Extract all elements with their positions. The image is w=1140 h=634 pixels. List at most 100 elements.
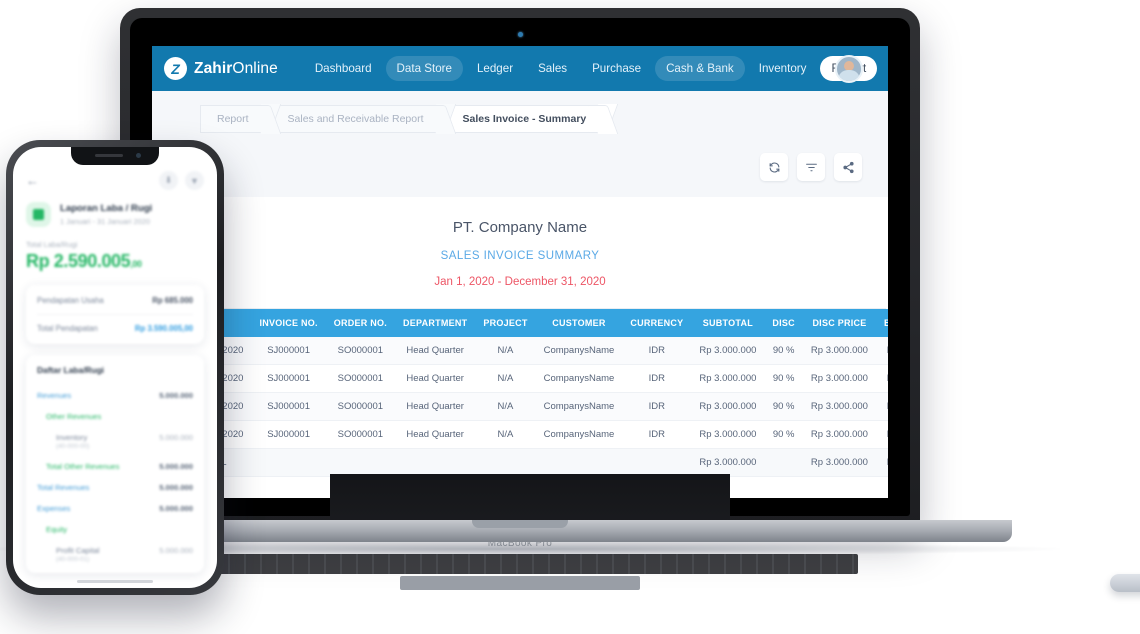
col-before-tax[interactable]: BEFORE TAX <box>875 309 888 337</box>
phone-total-decimals: ,00 <box>130 259 142 269</box>
col-project[interactable]: PROJECT <box>475 309 536 337</box>
download-button[interactable]: ⬇ <box>159 171 178 190</box>
nav-item-sales[interactable]: Sales <box>527 56 578 81</box>
col-customer[interactable]: CUSTOMER <box>535 309 623 337</box>
grand-total-disc <box>764 448 803 477</box>
grand-total-spacer-order <box>325 448 395 477</box>
main-nav: Dashboard Data Store Ledger Sales Purcha… <box>304 56 878 81</box>
filter-button[interactable] <box>797 153 825 181</box>
back-arrow-icon[interactable]: ← <box>26 173 39 188</box>
cell-invoice-no[interactable]: SJ000001 <box>251 364 326 393</box>
list-item[interactable]: Profit Capital (40-000-01) 5.000.000 <box>37 540 193 569</box>
cell-disc: 90 % <box>764 392 803 421</box>
cell-customer: CompanysName <box>535 364 623 393</box>
cell-currency: IDR <box>622 337 692 365</box>
cell-disc: 90 % <box>764 420 803 449</box>
table-row[interactable]: Desember 01, 2020 SJ000001 SO000001 Head… <box>152 364 888 393</box>
detail-label: Revenues <box>37 391 72 400</box>
phone-total-label: Total Laba/Rugi <box>26 240 78 249</box>
breadcrumb-item-report[interactable]: Report <box>200 105 267 133</box>
phone-speaker <box>95 154 123 157</box>
nav-item-ledger[interactable]: Ledger <box>466 56 524 81</box>
summary-value: Rp 685.000 <box>152 296 193 305</box>
cell-subtotal: Rp 3.000.000 <box>691 392 765 421</box>
macbook-pro-device: Z ZahirOnline Dashboard Data Store Ledge… <box>0 8 1140 592</box>
col-currency[interactable]: CURRENCY <box>622 309 692 337</box>
list-item[interactable]: Revenues 5.000.000 <box>37 385 193 406</box>
col-invoice-no[interactable]: INVOICE NO. <box>251 309 326 337</box>
nav-item-inventory[interactable]: Inventory <box>748 56 818 81</box>
avatar[interactable] <box>835 54 863 83</box>
report-badge-glyph <box>33 209 44 220</box>
sales-invoice-summary-table: DATE INVOICE NO. ORDER NO. DEPARTMENT PR… <box>152 309 888 477</box>
grand-total-spacer-customer <box>535 448 623 477</box>
share-button[interactable] <box>834 153 862 181</box>
phone-summary-card: Pendapatan Usaha Rp 685.000 Total Pendap… <box>26 285 204 344</box>
report-toolbar <box>152 147 888 197</box>
computer-mouse <box>1110 574 1140 592</box>
phone-topbar: ← ⬇ ▼ <box>26 171 204 190</box>
list-item[interactable]: Inventory (40-000-00) 5.000.000 <box>37 427 193 456</box>
nav-item-cash-and-bank[interactable]: Cash & Bank <box>655 56 745 81</box>
filter-button[interactable]: ▼ <box>185 171 204 190</box>
promo-composition: Z ZahirOnline Dashboard Data Store Ledge… <box>0 0 1140 634</box>
detail-item-code: (40-000-01) <box>56 556 90 563</box>
user-menu[interactable] <box>835 54 874 83</box>
col-subtotal[interactable]: SUBTOTAL <box>691 309 765 337</box>
zahir-logo[interactable]: Z ZahirOnline <box>164 57 278 80</box>
filter-icon <box>805 163 817 171</box>
cell-order-no: SO000001 <box>325 364 395 393</box>
grand-total-spacer-currency <box>622 448 692 477</box>
breadcrumb-bar: Report Sales and Receivable Report Sales… <box>152 91 888 147</box>
grand-total-spacer-invoice <box>251 448 326 477</box>
table-row[interactable]: Desember 01, 2020 SJ000001 SO000001 Head… <box>152 420 888 449</box>
webcam-icon <box>518 32 523 37</box>
cell-invoice-no[interactable]: SJ000001 <box>251 420 326 449</box>
nav-item-dashboard[interactable]: Dashboard <box>304 56 383 81</box>
laptop-lid: Z ZahirOnline Dashboard Data Store Ledge… <box>120 8 920 590</box>
nav-item-purchase[interactable]: Purchase <box>581 56 652 81</box>
detail-item-name: Inventory <box>56 433 88 442</box>
cell-project: N/A <box>475 392 536 421</box>
breadcrumb: Report Sales and Receivable Report Sales… <box>200 105 888 133</box>
list-item[interactable]: Total Revenues 5.000.000 <box>37 477 193 498</box>
cell-order-no: SO000001 <box>325 337 395 365</box>
breadcrumb-item-sales-and-receivable-report[interactable]: Sales and Receivable Report <box>266 105 442 133</box>
col-disc[interactable]: DISC <box>764 309 803 337</box>
cell-disc-price: Rp 3.000.000 <box>802 392 876 421</box>
breadcrumb-item-sales-invoice-summary: Sales Invoice - Summary <box>441 105 605 133</box>
list-item[interactable]: Expenses 5.000.000 <box>37 498 193 519</box>
table-row[interactable]: Desember 01, 2020 SJ000001 SO000001 Head… <box>152 337 888 365</box>
phone-report-header: Laporan Laba / Rugi 1 Januari - 31 Janua… <box>26 202 204 227</box>
phone-report-content: ← ⬇ ▼ Laporan Laba / Rugi 1 Januari - 31… <box>13 147 217 573</box>
cell-disc-price: Rp 3.000.000 <box>802 420 876 449</box>
col-order-no[interactable]: ORDER NO. <box>325 309 395 337</box>
list-item[interactable]: Other Revenues <box>37 406 193 427</box>
phone-actions: ⬇ ▼ <box>159 171 204 190</box>
list-item[interactable]: Pendapatan Usaha Rp 685.000 <box>37 287 193 315</box>
list-item[interactable]: Total Pendapatan Rp 3.590.005,00 <box>37 315 193 342</box>
cell-disc-price: Rp 3.000.000 <box>802 364 876 393</box>
list-item[interactable]: Total Other Revenues 5.000.000 <box>37 456 193 477</box>
nav-item-data-store[interactable]: Data Store <box>385 56 463 81</box>
zahir-logo-mark: Z <box>164 57 187 80</box>
list-item[interactable]: Equity <box>37 519 193 540</box>
cell-invoice-no[interactable]: SJ000001 <box>251 337 326 365</box>
cell-subtotal: Rp 3.000.000 <box>691 364 765 393</box>
col-department[interactable]: DEPARTMENT <box>394 309 476 337</box>
detail-value: 5.000.000 <box>159 546 193 555</box>
cell-department: Head Quarter <box>394 392 476 421</box>
report-badge-icon <box>26 202 51 227</box>
laptop-keyboard <box>182 554 858 574</box>
col-disc-price[interactable]: DISC PRICE <box>802 309 876 337</box>
cell-invoice-no[interactable]: SJ000001 <box>251 392 326 421</box>
app-header: Z ZahirOnline Dashboard Data Store Ledge… <box>152 46 888 91</box>
chevron-down-icon[interactable] <box>869 64 874 73</box>
grand-total-before-tax: Rp 3.000.000 <box>875 448 888 477</box>
cell-department: Head Quarter <box>394 420 476 449</box>
detail-label: Other Revenues <box>46 412 102 421</box>
summary-label: Pendapatan Usaha <box>37 296 104 305</box>
refresh-button[interactable] <box>760 153 788 181</box>
table-row[interactable]: Desember 01, 2020 SJ000001 SO000001 Head… <box>152 392 888 421</box>
cell-subtotal: Rp 3.000.000 <box>691 337 765 365</box>
